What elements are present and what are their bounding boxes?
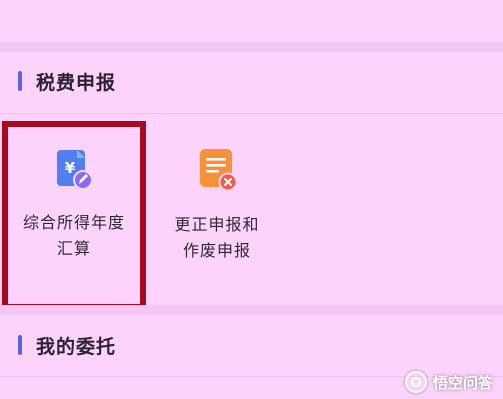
- watermark-text: 悟空问答: [432, 373, 493, 392]
- section-accent-bar: [18, 71, 22, 91]
- watermark: 悟空问答: [404, 371, 493, 393]
- document-cancel-icon: [196, 148, 238, 196]
- section-title: 我的委托: [36, 335, 117, 358]
- section-header-my-delegation: 我的委托: [18, 330, 116, 360]
- highlight-frame: [2, 121, 146, 310]
- section-header-tax-filing: 税费申报: [18, 66, 116, 96]
- wukong-logo-icon: [404, 371, 427, 393]
- section-accent-bar: [18, 335, 22, 355]
- tile-correct-void-filing[interactable]: 更正申报和 作废申报: [153, 148, 281, 264]
- section-divider: [0, 42, 503, 52]
- section-divider: [0, 305, 503, 315]
- header-divider: [0, 113, 503, 114]
- section-title: 税费申报: [36, 71, 117, 94]
- tile-label: 更正申报和 作废申报: [174, 215, 260, 260]
- top-band: [0, 0, 503, 40]
